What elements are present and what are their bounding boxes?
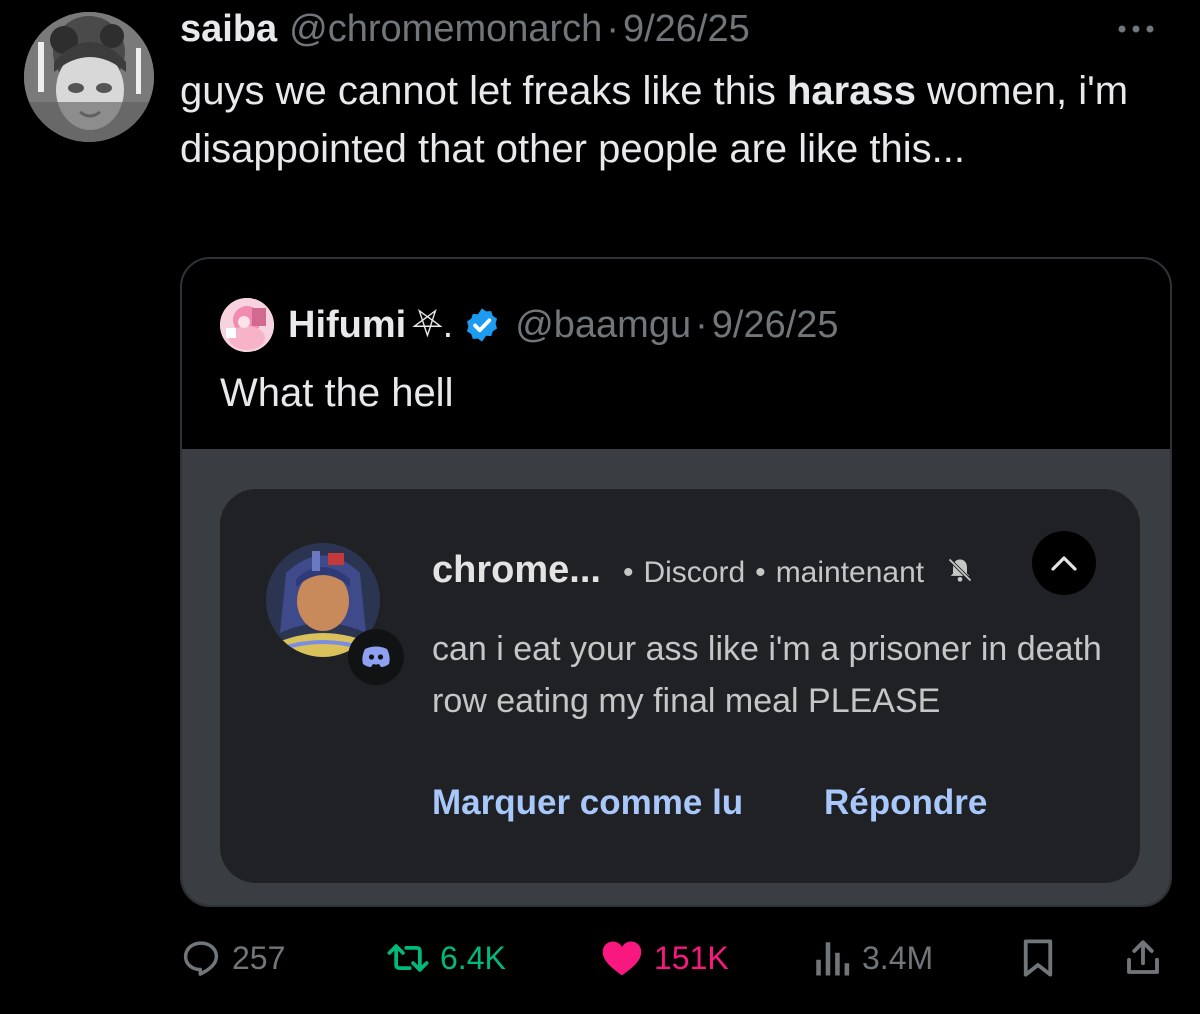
tweet-text: guys we cannot let freaks like this hara… (180, 62, 1160, 178)
tweet: saiba @chromemonarch · 9/26/25 guys we c… (0, 0, 1200, 1014)
more-options-button[interactable] (1116, 14, 1156, 44)
reply-button[interactable]: 257 (180, 932, 285, 984)
discord-app-badge (348, 629, 404, 685)
meta-bullet: • (622, 556, 634, 589)
tweet-actions: 257 6.4K 151K 3.4M (180, 932, 1170, 984)
verified-badge-icon (467, 308, 498, 342)
quote-separator-dot: · (695, 303, 708, 346)
like-button[interactable]: 151K (600, 932, 729, 984)
user-avatar[interactable] (24, 12, 154, 142)
collapse-button[interactable] (1032, 531, 1096, 595)
view-count: 3.4M (862, 939, 934, 976)
separator-dot: · (606, 8, 619, 50)
meta-bullet-2: • (755, 556, 766, 589)
views-icon (816, 942, 850, 976)
notification-sender: chrome... (432, 549, 601, 591)
quote-text: What the hell (220, 371, 454, 415)
mark-as-read-button[interactable]: Marquer comme lu (432, 783, 743, 823)
reply-icon (183, 941, 219, 976)
discord-notification: chrome... • Discord • maintenant can i eat … (220, 489, 1140, 883)
display-name[interactable]: saiba (180, 8, 277, 51)
avatar-image (24, 12, 154, 142)
bookmark-button[interactable] (1018, 932, 1068, 984)
reply-count: 257 (232, 939, 286, 976)
share-icon (1127, 940, 1159, 974)
notification-meta: • Discord • maintenant (623, 556, 974, 590)
retweet-count: 6.4K (440, 939, 506, 976)
tweet-text-bold: harass (786, 69, 916, 113)
quote-display-name[interactable]: Hifumi ⛧. (288, 304, 453, 347)
notification-time: maintenant (775, 556, 925, 589)
quote-date[interactable]: 9/26/25 (712, 304, 839, 347)
notification-message: can i eat your ass like i'm a prisoner i… (432, 630, 1102, 720)
discord-icon (362, 646, 390, 667)
notification-header: chrome... • Discord • maintenant (432, 549, 974, 592)
share-button[interactable] (1122, 932, 1174, 984)
quote-name-text: Hifumi (288, 303, 407, 346)
quote-header: Hifumi ⛧. @baamgu · 9/26/25 (220, 295, 839, 355)
tweet-date[interactable]: 9/26/25 (623, 8, 750, 51)
retweet-icon (387, 944, 429, 972)
chevron-up-icon (1051, 556, 1077, 571)
notification-app: Discord (643, 556, 746, 589)
like-count: 151K (654, 939, 729, 976)
tweet-text-start: guys we cannot let freaks like this (180, 69, 787, 113)
reply-notification-button[interactable]: Répondre (824, 783, 987, 823)
quote-avatar-image (220, 298, 274, 352)
tweet-header: saiba @chromemonarch · 9/26/25 (180, 8, 750, 54)
quote-name-decoration: ⛧. (412, 303, 454, 346)
quote-handle[interactable]: @baamgu (515, 304, 691, 347)
quote-avatar[interactable] (220, 298, 274, 352)
views-button[interactable]: 3.4M (812, 932, 933, 984)
heart-icon (602, 941, 642, 976)
bookmark-icon (1023, 939, 1053, 977)
user-handle[interactable]: @chromemonarch (289, 8, 602, 51)
quoted-tweet[interactable]: Hifumi ⛧. @baamgu · 9/26/25 What the hell (180, 257, 1172, 907)
quote-media-screenshot[interactable]: chrome... • Discord • maintenant can i eat … (182, 449, 1170, 905)
retweet-button[interactable]: 6.4K (386, 932, 506, 984)
more-dots-icon (1118, 25, 1154, 33)
bell-off-icon (948, 558, 972, 582)
